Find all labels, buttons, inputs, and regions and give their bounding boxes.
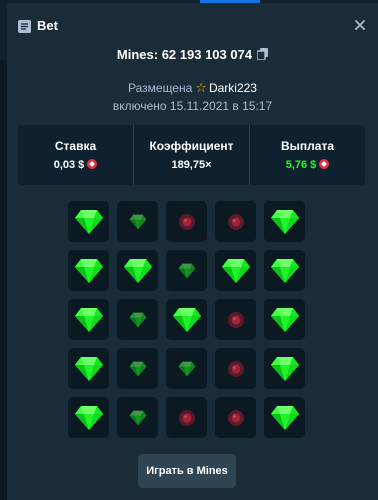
board-tile[interactable]	[117, 299, 158, 340]
gem-icon	[172, 307, 202, 333]
bet-label: Ставка	[54, 139, 97, 153]
multiplier-label: Коэффициент	[149, 139, 234, 153]
board-tile[interactable]	[215, 250, 256, 291]
gem-icon	[74, 307, 104, 333]
board-tile[interactable]	[166, 397, 207, 438]
modal-header: Bet	[7, 3, 378, 49]
payout-value-row: 5,76 $	[250, 159, 365, 171]
modal-title: Bet	[37, 18, 58, 33]
board-tile[interactable]	[68, 348, 109, 389]
board-tile[interactable]	[264, 201, 305, 242]
coin-icon	[319, 159, 330, 169]
board-tile[interactable]	[68, 201, 109, 242]
board-tile[interactable]	[215, 201, 256, 242]
gem-icon	[129, 214, 147, 230]
mine-icon	[227, 360, 245, 378]
stat-payout: Выплата 5,76 $	[249, 125, 365, 185]
placed-by-line: Размещена ☆ Darki223	[7, 80, 378, 96]
board-tile[interactable]	[117, 250, 158, 291]
bet-date: включено 15.11.2021 в 15:17	[112, 99, 273, 113]
board-tile[interactable]	[68, 299, 109, 340]
gem-icon	[129, 361, 147, 377]
play-mines-button[interactable]: Играть в Mines	[138, 454, 236, 488]
gem-icon	[270, 356, 300, 382]
gem-icon	[178, 263, 196, 279]
copy-icon[interactable]	[256, 48, 269, 61]
mines-board	[68, 201, 305, 438]
bet-modal: Bet Mines: 62 193 103 074 Размещена ☆ Dark…	[7, 3, 378, 500]
game-id-text: Mines: 62 193 103 074	[116, 47, 253, 62]
board-tile[interactable]	[215, 348, 256, 389]
gem-icon	[221, 258, 251, 284]
board-tile[interactable]	[166, 250, 207, 291]
mine-icon	[227, 311, 245, 329]
board-tile[interactable]	[68, 250, 109, 291]
gem-icon	[129, 410, 147, 426]
mine-icon	[178, 213, 196, 231]
game-title: Mines: 62 193 103 074	[7, 47, 378, 62]
payout-label: Выплата	[280, 139, 334, 153]
board-tile[interactable]	[264, 299, 305, 340]
gem-icon	[270, 307, 300, 333]
stat-multiplier: Коэффициент 189,75×	[133, 125, 249, 185]
mine-icon	[178, 409, 196, 427]
board-tile[interactable]	[264, 348, 305, 389]
board-tile[interactable]	[215, 397, 256, 438]
gem-icon	[129, 312, 147, 328]
board-tile[interactable]	[166, 348, 207, 389]
placed-by-label: Размещена	[128, 81, 193, 95]
payout-value: 5,76 $	[285, 159, 317, 171]
mine-icon	[227, 409, 245, 427]
gem-icon	[74, 405, 104, 431]
gem-icon	[270, 209, 300, 235]
board-tile[interactable]	[68, 397, 109, 438]
gem-icon	[123, 258, 153, 284]
coin-icon	[87, 159, 98, 169]
bet-value: 0,03 $	[53, 159, 85, 171]
board-tile[interactable]	[264, 250, 305, 291]
board-tile[interactable]	[117, 397, 158, 438]
board-tile[interactable]	[215, 299, 256, 340]
gem-icon	[74, 258, 104, 284]
board-tile[interactable]	[166, 299, 207, 340]
board-tile[interactable]	[117, 201, 158, 242]
board-tile[interactable]	[166, 201, 207, 242]
stat-bet: Ставка 0,03 $	[18, 125, 133, 185]
gem-icon	[178, 361, 196, 377]
multiplier-value: 189,75×	[171, 159, 212, 171]
bet-stats-panel: Ставка 0,03 $ Коэффициент 189,75× Выплат…	[18, 125, 365, 185]
board-tile[interactable]	[264, 397, 305, 438]
gem-icon	[270, 258, 300, 284]
gem-icon	[270, 405, 300, 431]
bet-value-row: 0,03 $	[18, 159, 133, 171]
close-icon[interactable]	[352, 17, 368, 33]
username-link[interactable]: Darki223	[209, 81, 257, 95]
board-tile[interactable]	[117, 348, 158, 389]
mine-icon	[227, 213, 245, 231]
vip-star-icon: ☆	[195, 80, 207, 95]
backdrop-sidebar	[0, 60, 7, 500]
gem-icon	[74, 356, 104, 382]
bet-receipt-icon	[18, 20, 31, 33]
gem-icon	[74, 209, 104, 235]
